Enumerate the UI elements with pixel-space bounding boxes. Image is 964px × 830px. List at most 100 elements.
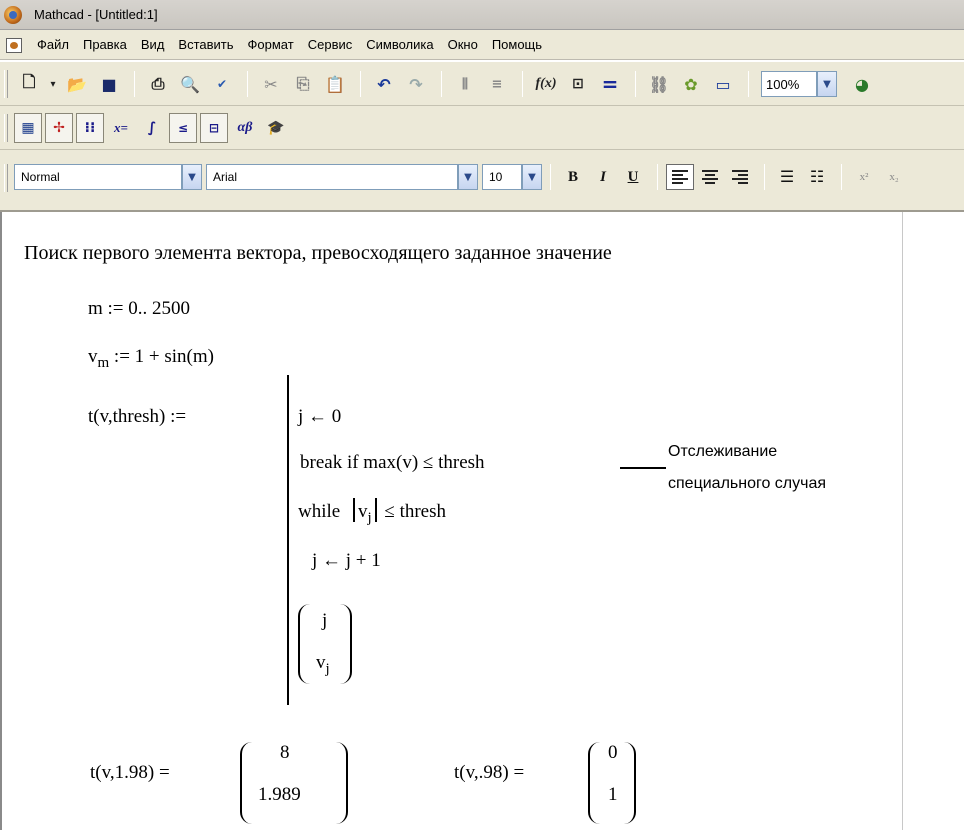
- open-folder-icon[interactable]: 📂: [62, 69, 92, 99]
- vector-subscript: m: [97, 355, 110, 371]
- menu-insert[interactable]: Вставить: [171, 37, 240, 52]
- menu-tools[interactable]: Сервис: [301, 37, 360, 52]
- annotation-line-1[interactable]: Отслеживание: [668, 442, 777, 462]
- undo-icon[interactable]: ↶: [369, 69, 399, 99]
- chevron-down-icon[interactable]: ▼: [817, 71, 837, 97]
- mathcad-app-icon[interactable]: [4, 6, 22, 24]
- symbolic-palette-icon[interactable]: 🎓: [262, 113, 290, 143]
- annotation-line-2[interactable]: специального случая: [668, 474, 826, 494]
- title-bar: Mathcad - [Untitled:1]: [0, 0, 964, 30]
- insert-unit-icon[interactable]: ⊡: [563, 69, 593, 99]
- menu-file[interactable]: Файл: [30, 37, 76, 52]
- range-definition[interactable]: m := 0.. 2500: [88, 298, 190, 320]
- vector-name: v: [88, 346, 98, 367]
- vector-definition[interactable]: vm := 1 + sin(m): [88, 346, 214, 372]
- underline-button[interactable]: U: [619, 164, 647, 190]
- separator: [748, 71, 749, 97]
- redo-icon[interactable]: ↷: [401, 69, 431, 99]
- copy-icon[interactable]: ⎘: [288, 69, 318, 99]
- spell-check-icon[interactable]: ✔: [207, 69, 237, 99]
- matrix-palette-icon[interactable]: ⁝⁝: [76, 113, 104, 143]
- toolbar-grip[interactable]: [4, 70, 8, 98]
- toolbar-grip[interactable]: [4, 114, 8, 142]
- component-wizard-icon[interactable]: ✿: [676, 69, 706, 99]
- save-icon[interactable]: ■: [94, 69, 124, 99]
- align-across-icon[interactable]: ⫼: [450, 69, 480, 99]
- eval-2-lhs[interactable]: t(v,.98) =: [454, 762, 524, 784]
- zoom-value[interactable]: 100%: [761, 71, 817, 97]
- calculus-palette-icon[interactable]: ∫: [138, 113, 166, 143]
- insert-function-icon[interactable]: f(x): [531, 69, 561, 99]
- graph-palette-icon[interactable]: ✢: [45, 113, 73, 143]
- chevron-down-icon[interactable]: ▼: [522, 164, 542, 190]
- annotation-connector-line: [620, 467, 666, 469]
- calculator-palette-icon[interactable]: ▦: [14, 113, 42, 143]
- evaluation-palette-icon[interactable]: x=: [107, 113, 135, 143]
- chevron-down-icon[interactable]: ▼: [182, 164, 202, 190]
- numbering-icon[interactable]: ☷: [803, 164, 831, 190]
- return-top[interactable]: j: [322, 610, 327, 632]
- eval-1-bottom[interactable]: 1.989: [258, 784, 301, 806]
- program-line-4[interactable]: j ← j + 1: [312, 550, 381, 572]
- program-line-2[interactable]: break if max(v) ≤ thresh: [300, 452, 485, 474]
- style-value[interactable]: Normal: [14, 164, 182, 190]
- standard-toolbar: 🗋 ▾ 📂 ■ ⎙ 🔍 ✔ ✂ ⎘ 📋 ↶ ↷ ⫼ ≡ f(x) ⊡ = ⛓ ✿…: [0, 62, 964, 106]
- return-paren-left: [298, 604, 310, 684]
- align-center-icon[interactable]: [696, 164, 724, 190]
- align-right-icon[interactable]: [726, 164, 754, 190]
- print-preview-icon[interactable]: 🔍: [175, 69, 205, 99]
- greek-palette-icon[interactable]: αβ: [231, 113, 259, 143]
- eval-2-paren-right: [624, 742, 636, 824]
- style-select[interactable]: Normal ▼: [14, 164, 202, 190]
- font-value[interactable]: Arial: [206, 164, 458, 190]
- worksheet[interactable]: Поиск первого элемента вектора, превосхо…: [0, 212, 964, 830]
- while-condition: ≤ thresh: [384, 501, 447, 522]
- run-mathconnex-icon[interactable]: ▭: [708, 69, 738, 99]
- function-definition[interactable]: t(v,thresh) :=: [88, 406, 186, 428]
- align-down-icon[interactable]: ≡: [482, 69, 512, 99]
- return-bottom[interactable]: vj: [316, 652, 330, 678]
- bold-button[interactable]: B: [559, 164, 587, 190]
- separator: [635, 71, 636, 97]
- font-size-value[interactable]: 10: [482, 164, 522, 190]
- separator: [657, 164, 658, 190]
- menu-bar: Файл Правка Вид Вставить Формат Сервис С…: [0, 30, 964, 60]
- zoom-select[interactable]: 100% ▼: [761, 71, 837, 97]
- program-line-3[interactable]: while vj ≤ thresh: [298, 498, 446, 527]
- abs-bar-right: [374, 498, 377, 522]
- font-select[interactable]: Arial ▼: [206, 164, 478, 190]
- toolbar-grip[interactable]: [4, 164, 8, 192]
- eval-1-lhs[interactable]: t(v,1.98) =: [90, 762, 170, 784]
- document-icon[interactable]: [6, 38, 22, 53]
- paste-icon[interactable]: 📋: [320, 69, 350, 99]
- eval-1-top[interactable]: 8: [280, 742, 290, 764]
- menu-view[interactable]: Вид: [134, 37, 172, 52]
- menu-format[interactable]: Формат: [241, 37, 301, 52]
- superscript-icon[interactable]: x²: [850, 164, 878, 190]
- programming-palette-icon[interactable]: ⊟: [200, 113, 228, 143]
- menu-symbolics[interactable]: Символика: [359, 37, 440, 52]
- subscript-icon[interactable]: x₂: [880, 164, 908, 190]
- while-vector-subscript: j: [367, 510, 372, 526]
- insert-hyperlink-icon[interactable]: ⛓: [644, 69, 674, 99]
- boolean-palette-icon[interactable]: ≤: [169, 113, 197, 143]
- worksheet-heading[interactable]: Поиск первого элемента вектора, превосхо…: [24, 242, 612, 265]
- italic-button[interactable]: I: [589, 164, 617, 190]
- program-line-1[interactable]: j ← 0: [298, 406, 341, 428]
- new-dropdown-icon[interactable]: ▾: [46, 69, 60, 99]
- menu-window[interactable]: Окно: [441, 37, 485, 52]
- new-document-icon[interactable]: 🗋: [14, 69, 44, 99]
- cut-icon[interactable]: ✂: [256, 69, 286, 99]
- eval-2-bottom[interactable]: 1: [608, 784, 618, 806]
- eval-2-top[interactable]: 0: [608, 742, 618, 764]
- calculate-icon[interactable]: =: [595, 69, 625, 99]
- bullets-icon[interactable]: ☰: [773, 164, 801, 190]
- font-size-select[interactable]: 10 ▼: [482, 164, 542, 190]
- menu-edit[interactable]: Правка: [76, 37, 134, 52]
- separator: [247, 71, 248, 97]
- chevron-down-icon[interactable]: ▼: [458, 164, 478, 190]
- align-left-icon[interactable]: [666, 164, 694, 190]
- print-icon[interactable]: ⎙: [143, 69, 173, 99]
- menu-help[interactable]: Помощь: [485, 37, 549, 52]
- resource-center-icon[interactable]: ◕: [847, 69, 877, 99]
